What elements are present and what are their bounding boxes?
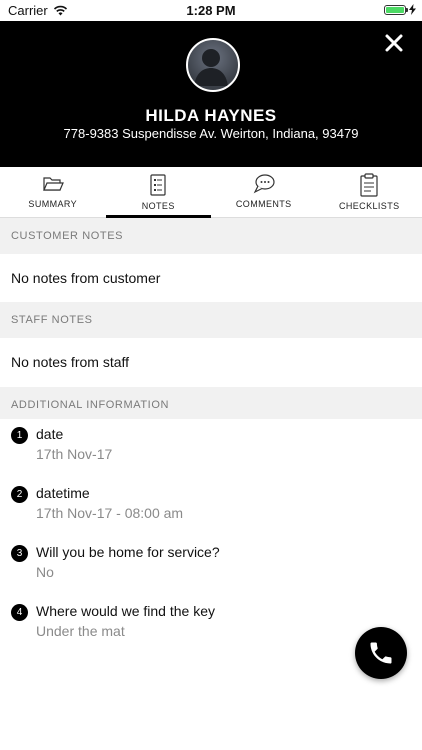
staff-notes-text: No notes from staff [11,354,130,370]
tab-summary[interactable]: SUMMARY [0,167,106,217]
item-answer: 17th Nov-17 [36,446,113,462]
additional-info-title: ADDITIONAL INFORMATION [11,399,170,411]
status-bar: Carrier 1:28 PM [0,0,422,21]
battery-fill [386,6,404,13]
phone-icon [370,642,392,664]
tab-bar: SUMMARY NOTES COMMENTS CHECKLISTS [0,167,422,218]
call-button[interactable] [355,627,407,679]
tab-notes[interactable]: NOTES [105,167,212,218]
item-question: Will you be home for service? [36,544,220,560]
customer-notes-title: CUSTOMER NOTES [11,230,124,242]
avatar [186,38,240,92]
customer-notes-header: CUSTOMER NOTES [0,218,422,254]
customer-name: HILDA HAYNES [145,106,277,125]
item-question: Where would we find the key [36,603,215,619]
comments-icon [253,174,275,194]
tab-checklists[interactable]: CHECKLISTS [317,167,422,217]
info-item: 1 date 17th Nov-17 [0,424,422,474]
additional-info-header: ADDITIONAL INFORMATION [0,387,422,419]
tab-comments[interactable]: COMMENTS [211,167,317,217]
item-number-badge: 3 [11,545,28,562]
battery-icon [384,4,408,15]
tab-summary-label: SUMMARY [28,199,78,209]
customer-notes-body: No notes from customer [0,254,422,302]
staff-notes-header: STAFF NOTES [0,302,422,338]
staff-notes-title: STAFF NOTES [11,314,93,326]
item-answer: 17th Nov-17 - 08:00 am [36,505,184,521]
item-number-badge: 1 [11,427,28,444]
item-question: datetime [36,485,90,501]
customer-notes-text: No notes from customer [11,270,161,286]
status-time: 1:28 PM [186,3,236,18]
tab-checklists-label: CHECKLISTS [338,201,400,211]
status-right [384,4,416,15]
close-icon[interactable] [382,31,406,55]
clipboard-icon [360,173,378,197]
item-answer: Under the mat [36,623,125,639]
tab-comments-label: COMMENTS [235,199,292,209]
person-silhouette-icon [194,49,228,86]
item-question: date [36,426,64,442]
tab-notes-label: NOTES [141,201,175,211]
item-number-badge: 4 [11,604,28,621]
folder-icon [42,177,64,191]
info-item: 3 Will you be home for service? No [0,542,422,592]
customer-address: 778-9383 Suspendisse Av. Weirton, Indian… [63,126,359,141]
item-answer: No [36,564,54,580]
item-number-badge: 2 [11,486,28,503]
staff-notes-body: No notes from staff [0,338,422,387]
notes-icon [150,174,166,196]
info-item: 2 datetime 17th Nov-17 - 08:00 am [0,483,422,533]
customer-header: HILDA HAYNES 778-9383 Suspendisse Av. We… [0,21,422,167]
charging-bolt-icon [409,4,416,15]
